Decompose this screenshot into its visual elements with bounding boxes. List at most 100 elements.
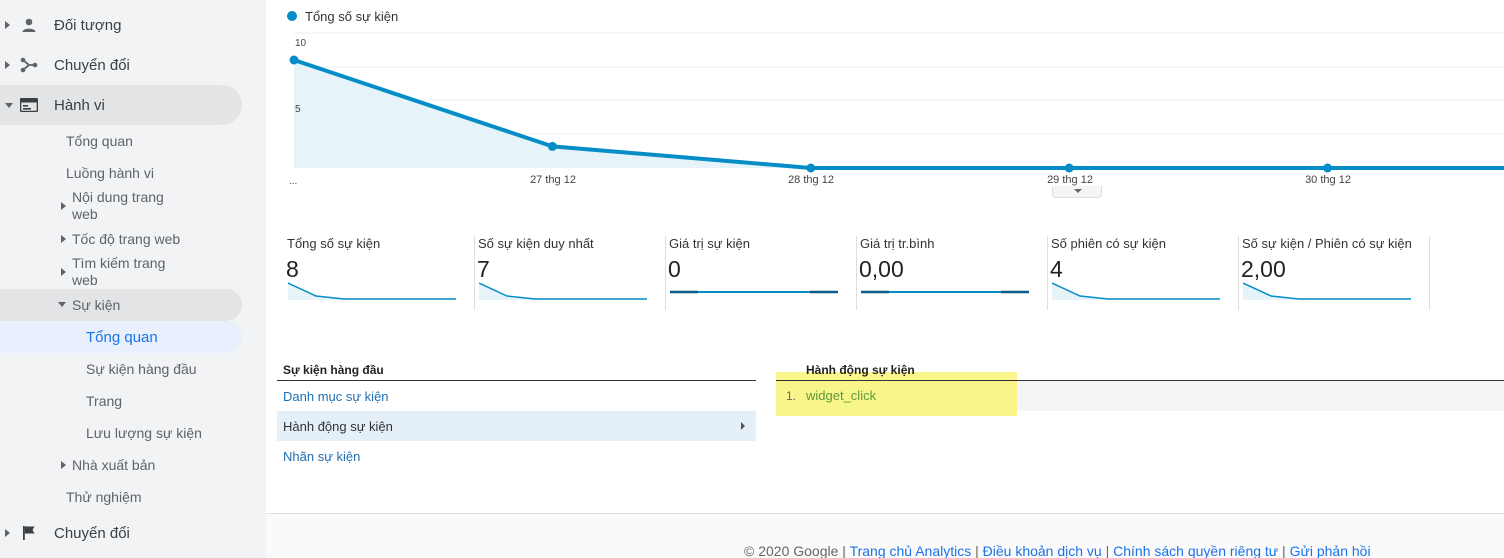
nav-conversions[interactable]: Chuyển đổi (0, 513, 266, 553)
event-action-link[interactable]: widget_click (806, 388, 876, 403)
metric-value: 7 (477, 256, 490, 282)
collapse-arrow-icon (58, 302, 66, 307)
nav-events-flow[interactable]: Lưu lượng sự kiện (86, 425, 202, 442)
nav-acquisition[interactable]: Chuyển đổi (0, 45, 266, 85)
metric-event-value[interactable]: Giá trị sự kiện 0 (667, 234, 857, 310)
divider (776, 380, 1504, 381)
top-events-category-link[interactable]: Danh mục sự kiện (277, 381, 756, 411)
metric-value: 4 (1050, 256, 1063, 282)
line-chart[interactable]: 10 5 ... 27 thg 12 28 thg 12 29 thg 12 3… (285, 30, 1504, 186)
sparkline (670, 290, 838, 294)
nav-site-content[interactable]: Nội dung trang (72, 189, 164, 206)
metric-label: Số sự kiện / Phiên có sự kiện (1242, 236, 1412, 251)
nav-audience-label: Đối tượng (54, 16, 122, 34)
data-point (806, 163, 816, 173)
sparkline-area (479, 283, 647, 300)
metric-avg-value[interactable]: Giá trị tr.bình 0,00 (858, 234, 1048, 310)
row-label: Nhãn sự kiện (283, 448, 361, 464)
nav-acquisition-label: Chuyển đổi (54, 56, 130, 74)
metric-label: Số sự kiện duy nhất (478, 236, 594, 251)
sidebar: Đối tượng Chuyển đổi Hành vi Tổng quan L… (0, 0, 266, 558)
behavior-icon (20, 96, 38, 114)
footer: © 2020 Google | Trang chủ Analytics | Đi… (744, 543, 1371, 558)
expand-arrow-icon (5, 61, 10, 69)
nav-events-row[interactable] (0, 289, 242, 321)
sparkline (479, 282, 647, 300)
footer-link-privacy[interactable]: Chính sách quyền riêng tư (1113, 543, 1278, 558)
nav-experiments[interactable]: Thử nghiệm (66, 489, 142, 506)
data-point (1064, 163, 1074, 173)
metric-label: Giá trị tr.bình (860, 236, 935, 251)
metric-total-events[interactable]: Tổng số sự kiện 8 (285, 234, 475, 310)
data-point (1323, 163, 1333, 173)
top-events-label-link[interactable]: Nhãn sự kiện (277, 441, 756, 471)
series-area (294, 60, 1504, 168)
divider (474, 236, 475, 310)
copyright: © 2020 Google (744, 543, 839, 558)
divider (1429, 236, 1430, 310)
metric-value: 8 (286, 256, 299, 282)
metric-events-per-session[interactable]: Số sự kiện / Phiên có sự kiện 2,00 (1240, 234, 1430, 310)
footer-link-terms[interactable]: Điều khoản dịch vụ (983, 543, 1102, 558)
x-tick-label: 28 thg 12 (788, 174, 834, 186)
nav-behavior[interactable]: Hành vi (0, 85, 242, 125)
nav-site-speed[interactable]: Tốc độ trang web (72, 231, 180, 248)
divider (1238, 236, 1239, 310)
nav-events-overview[interactable]: Tổng quan (86, 329, 158, 346)
y-tick-label: 5 (295, 104, 301, 115)
top-events-title: Sự kiện hàng đầu (283, 363, 384, 377)
collapse-arrow-icon (5, 102, 13, 108)
sparkline (288, 282, 456, 300)
y-tick-label: ... (289, 176, 297, 186)
footer-link-feedback[interactable]: Gửi phản hồi (1290, 543, 1371, 558)
flag-icon (20, 524, 38, 542)
row-label: Hành động sự kiện (283, 418, 393, 434)
chevron-right-icon (741, 422, 745, 430)
row-label: Danh mục sự kiện (283, 388, 389, 404)
metric-value: 0 (668, 256, 681, 282)
nav-audience[interactable]: Đối tượng (0, 5, 266, 45)
sparkline-area (288, 283, 456, 300)
nav-site-search[interactable]: Tìm kiếm trang (72, 255, 165, 272)
x-tick-label: 30 thg 12 (1305, 174, 1351, 186)
expand-arrow-icon (5, 21, 10, 29)
metric-value: 0,00 (859, 256, 904, 282)
nav-behavior-label: Hành vi (54, 96, 105, 114)
divider (856, 236, 857, 310)
y-tick-label: 10 (295, 38, 307, 49)
x-tick-label: 29 thg 12 (1047, 174, 1093, 186)
sparkline (861, 290, 1029, 294)
nav-behavior-overview[interactable]: Tổng quan (66, 133, 133, 150)
chart-collapse-toggle[interactable] (1052, 186, 1102, 198)
nav-top-events[interactable]: Sự kiện hàng đầu (86, 361, 197, 378)
expand-arrow-icon (61, 235, 66, 243)
sparkline (1243, 282, 1411, 300)
divider (1047, 236, 1048, 310)
fork-icon (20, 56, 38, 74)
x-tick-label: 27 thg 12 (530, 174, 576, 186)
nav-site-content-line2[interactable]: web (72, 206, 98, 223)
nav-conversions-label: Chuyển đổi (54, 524, 130, 542)
data-point (547, 141, 557, 151)
metric-unique-events[interactable]: Số sự kiện duy nhất 7 (476, 234, 666, 310)
metric-label: Tổng số sự kiện (287, 236, 381, 251)
nav-events[interactable]: Sự kiện (72, 297, 120, 314)
nav-pages[interactable]: Trang (86, 393, 122, 410)
top-events-action-row[interactable]: Hành động sự kiện (277, 411, 756, 441)
divider (665, 236, 666, 310)
nav-publisher[interactable]: Nhà xuất bản (72, 457, 155, 474)
sparkline (1052, 282, 1220, 300)
legend-marker (287, 11, 297, 21)
metric-sessions-with-event[interactable]: Số phiên có sự kiện 4 (1049, 234, 1239, 310)
sparkline-area (1052, 283, 1220, 300)
expand-arrow-icon (61, 268, 66, 276)
footer-link-home[interactable]: Trang chủ Analytics (850, 543, 972, 558)
expand-arrow-icon (5, 529, 10, 537)
nav-behavior-flow[interactable]: Luồng hành vi (66, 165, 154, 182)
metric-value: 2,00 (1241, 256, 1286, 282)
nav-site-search-line2[interactable]: web (72, 272, 98, 289)
metric-label: Giá trị sự kiện (669, 236, 750, 251)
person-icon (20, 16, 38, 34)
legend-label: Tổng số sự kiện (305, 9, 399, 24)
data-point (289, 55, 299, 65)
